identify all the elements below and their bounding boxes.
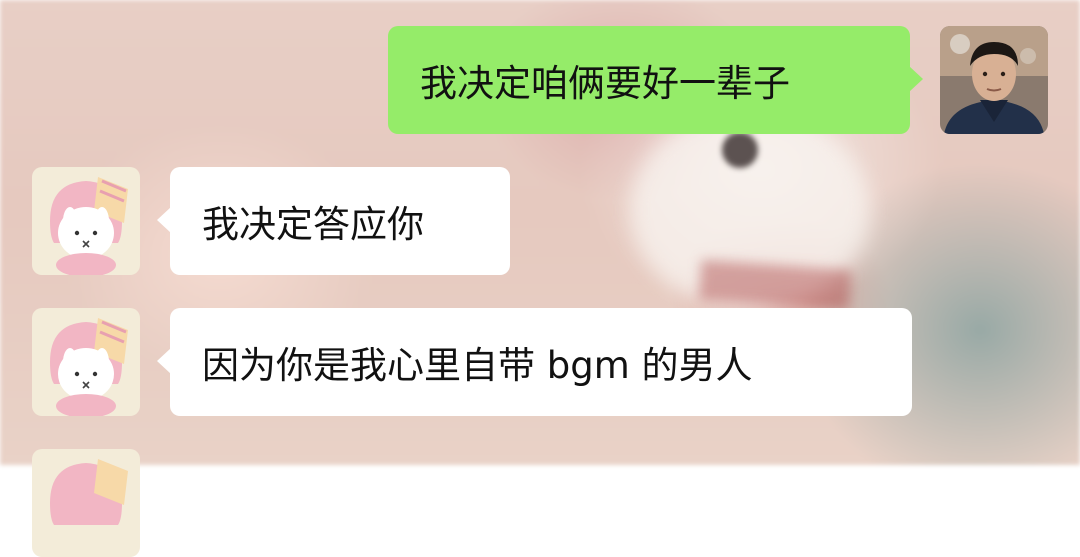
message-bubble-other[interactable]: 我决定答应你 — [157, 167, 510, 275]
message-row-other-3-partial — [32, 449, 140, 557]
man-portrait-icon — [940, 26, 1048, 134]
message-text: 我决定答应你 — [202, 203, 424, 246]
background-plush-eye — [722, 132, 758, 168]
pink-bunny-hat-avatar-icon — [32, 308, 140, 416]
message-row-self-1: 我决定咱俩要好一辈子 — [388, 26, 1048, 134]
self-avatar-icon[interactable] — [940, 26, 1048, 134]
message-row-other-2: 因为你是我心里自带 bgm 的男人 — [32, 308, 912, 416]
pink-bunny-hat-avatar-icon — [32, 167, 140, 275]
other-avatar-icon[interactable] — [32, 449, 140, 557]
message-row-other-1: 我决定答应你 — [32, 167, 510, 275]
message-bubble-other[interactable]: 因为你是我心里自带 bgm 的男人 — [157, 308, 912, 416]
message-text: 因为你是我心里自带 bgm 的男人 — [202, 344, 753, 387]
other-avatar-icon[interactable] — [32, 167, 140, 275]
message-bubble-self[interactable]: 我决定咱俩要好一辈子 — [388, 26, 923, 134]
pink-bunny-hat-avatar-icon — [32, 449, 140, 557]
message-text: 我决定咱俩要好一辈子 — [420, 62, 790, 105]
other-avatar-icon[interactable] — [32, 308, 140, 416]
